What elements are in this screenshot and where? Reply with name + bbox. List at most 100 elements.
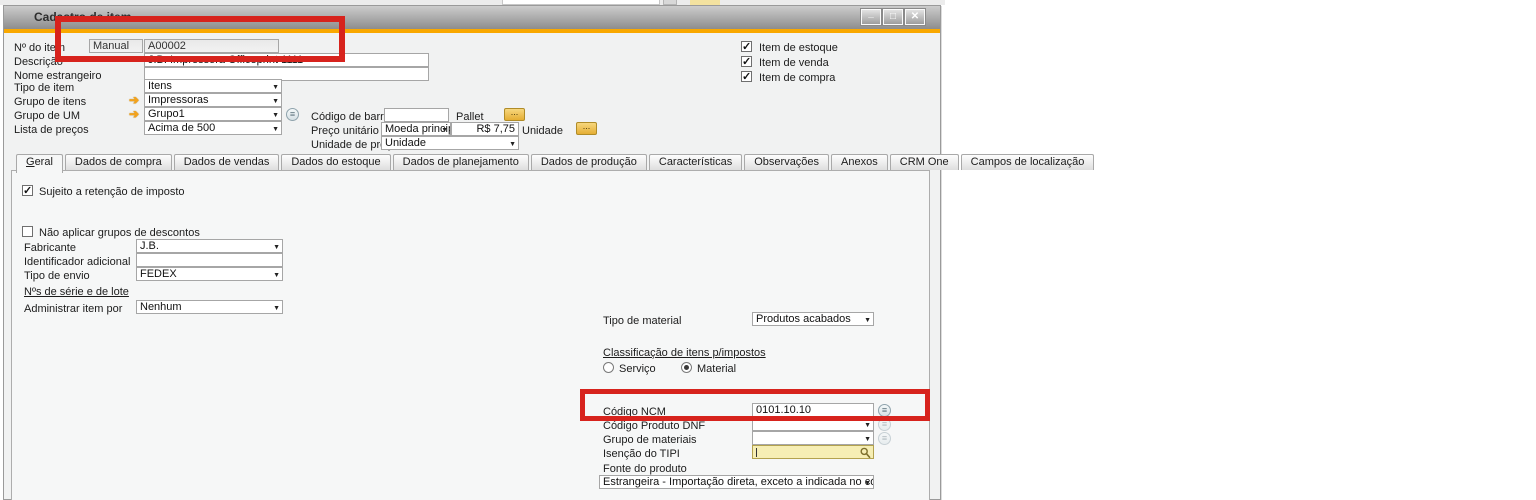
stock-item-checkbox[interactable]: ✓	[741, 41, 752, 52]
tipi-exemption-label: Isenção do TIPI	[603, 448, 680, 460]
chevron-down-icon: ▼	[864, 434, 871, 445]
tab-dados-de-producao[interactable]: Dados de produção	[531, 154, 647, 170]
purchase-item-label: Item de compra	[759, 72, 835, 84]
tipi-exemption-field[interactable]	[752, 445, 874, 459]
ellipsis-icon: ...	[511, 107, 519, 117]
tax-class-section-header: Classificação de itens p/impostos	[603, 347, 766, 359]
item-type-value: Itens	[148, 80, 172, 92]
item-group-label: Grupo de itens	[14, 96, 86, 108]
minimize-icon: _	[868, 8, 874, 19]
chevron-down-icon: ▼	[864, 315, 871, 326]
material-radio[interactable]	[681, 362, 692, 373]
no-discount-groups-checkbox[interactable]	[22, 226, 33, 237]
material-type-combo[interactable]: Produtos acabados ▼	[752, 312, 874, 326]
unit-text: Unidade	[522, 125, 563, 137]
maximize-icon: □	[890, 11, 896, 22]
manage-item-by-label: Administrar item por	[24, 303, 122, 315]
material-type-value: Produtos acabados	[756, 313, 851, 325]
item-master-window: Cadastro de item _ □ ✕ Nº do item Manual…	[3, 5, 941, 500]
chevron-down-icon: ▼	[273, 303, 280, 314]
annotation-rect-item-number	[55, 16, 345, 62]
annotation-rect-ncm-code	[580, 389, 930, 421]
material-group-combo[interactable]: ▼	[752, 431, 874, 445]
tab-dados-de-vendas[interactable]: Dados de vendas	[174, 154, 280, 170]
item-type-label: Tipo de item	[14, 82, 74, 94]
link-arrow-icon[interactable]: ➔	[129, 108, 139, 120]
link-arrow-icon[interactable]: ➔	[129, 94, 139, 106]
chevron-down-icon: ▼	[509, 139, 516, 150]
withholding-tax-label: Sujeito a retenção de imposto	[39, 186, 185, 198]
price-unit-combo[interactable]: Unidade ▼	[381, 136, 519, 150]
tab-strip: Geral Dados de compra Dados de vendas Da…	[16, 154, 1094, 173]
manage-item-by-value: Nenhum	[140, 301, 182, 313]
minimize-button[interactable]: _	[861, 9, 881, 25]
tab-anexos[interactable]: Anexos	[831, 154, 888, 170]
check-icon: ✓	[23, 184, 32, 197]
unit-browse-button[interactable]: ...	[576, 122, 597, 135]
manufacturer-combo[interactable]: J.B. ▼	[136, 239, 283, 253]
foreign-name-label: Nome estrangeiro	[14, 70, 101, 82]
price-list-label: Lista de preços	[14, 124, 89, 136]
serial-batch-section-header: Nºs de série e de lote	[24, 286, 129, 298]
no-discount-groups-label: Não aplicar grupos de descontos	[39, 227, 200, 239]
price-list-combo[interactable]: Acima de 500 ▼	[144, 121, 282, 135]
tab-observacoes[interactable]: Observações	[744, 154, 829, 170]
magnifier-icon[interactable]	[860, 447, 871, 459]
manufacturer-label: Fabricante	[24, 242, 76, 254]
tab-dados-de-compra[interactable]: Dados de compra	[65, 154, 172, 170]
uom-group-label: Grupo de UM	[14, 110, 80, 122]
currency-combo[interactable]: Moeda princip ▼	[381, 122, 451, 136]
ellipsis-icon: ...	[583, 121, 591, 131]
service-radio[interactable]	[603, 362, 614, 373]
tab-caracteristicas[interactable]: Características	[649, 154, 742, 170]
product-source-value: Estrangeira - Importação direta, exceto …	[603, 476, 874, 488]
close-icon: ✕	[911, 11, 919, 22]
manage-item-by-combo[interactable]: Nenhum ▼	[136, 300, 283, 314]
item-group-combo[interactable]: Impressoras ▼	[144, 93, 282, 107]
purchase-item-checkbox[interactable]: ✓	[741, 71, 752, 82]
shipping-type-value: FEDEX	[140, 268, 177, 280]
withholding-tax-checkbox[interactable]: ✓	[22, 185, 33, 196]
maximize-button[interactable]: □	[883, 9, 903, 25]
product-source-label: Fonte do produto	[603, 463, 687, 475]
dnf-product-code-label: Código Produto DNF	[603, 420, 705, 432]
unit-price-field[interactable]: R$ 7,75	[451, 122, 519, 136]
tab-geral[interactable]: Geral	[16, 154, 63, 173]
shipping-type-combo[interactable]: FEDEX ▼	[136, 267, 283, 281]
text-cursor	[756, 448, 757, 457]
sales-item-checkbox[interactable]: ✓	[741, 56, 752, 67]
uom-list-icon[interactable]: ≡	[286, 108, 299, 121]
sales-item-label: Item de venda	[759, 57, 829, 69]
check-icon: ✓	[742, 55, 751, 68]
tab-dados-de-planejamento[interactable]: Dados de planejamento	[393, 154, 529, 170]
tab-dados-do-estoque[interactable]: Dados do estoque	[281, 154, 390, 170]
service-radio-label: Serviço	[619, 363, 656, 375]
additional-id-field[interactable]	[136, 253, 283, 267]
product-source-combo[interactable]: Estrangeira - Importação direta, exceto …	[599, 475, 874, 489]
shipping-type-label: Tipo de envio	[24, 270, 90, 282]
item-type-combo[interactable]: Itens ▼	[144, 79, 282, 93]
pallet-browse-button[interactable]: ...	[504, 108, 525, 121]
material-type-label: Tipo de material	[603, 315, 681, 327]
close-button[interactable]: ✕	[905, 9, 925, 25]
uom-group-combo[interactable]: Grupo1 ▼	[144, 107, 282, 121]
unit-price-label: Preço unitário	[311, 125, 379, 137]
barcode-field[interactable]	[384, 108, 449, 122]
chevron-down-icon: ▼	[272, 96, 279, 107]
chevron-down-icon: ▼	[273, 242, 280, 253]
price-unit-value: Unidade	[385, 137, 426, 149]
item-group-value: Impressoras	[148, 94, 209, 106]
chevron-down-icon: ▼	[864, 420, 871, 431]
check-icon: ✓	[742, 70, 751, 83]
chevron-down-icon: ▼	[272, 82, 279, 93]
material-radio-label: Material	[697, 363, 736, 375]
chevron-down-icon: ▼	[272, 110, 279, 121]
screen: Cadastro de item _ □ ✕ Nº do item Manual…	[0, 0, 1536, 500]
tab-campos-de-localizacao[interactable]: Campos de localização	[961, 154, 1095, 170]
tab-crm-one[interactable]: CRM One	[890, 154, 959, 170]
currency-value: Moeda princip	[385, 123, 451, 135]
material-group-list-icon-disabled: ≡	[878, 432, 891, 445]
chevron-down-icon: ▼	[272, 124, 279, 135]
check-icon: ✓	[742, 40, 751, 53]
stock-item-label: Item de estoque	[759, 42, 838, 54]
